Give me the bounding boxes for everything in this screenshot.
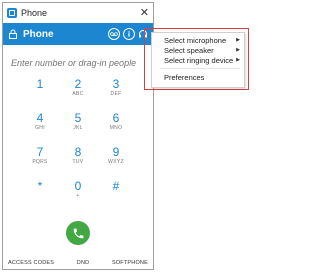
key-digit: 3 (112, 76, 120, 91)
key-digit: 7 (36, 144, 44, 159)
info-icon[interactable] (123, 28, 135, 40)
call-button[interactable] (66, 221, 90, 245)
menu-item-preferences[interactable]: Preferences (152, 72, 244, 82)
key-1[interactable]: 1 (26, 73, 54, 101)
key-2[interactable]: 2 ABC (64, 73, 92, 101)
key-hash[interactable]: # (102, 175, 130, 203)
key-letters: JKL (73, 124, 83, 131)
menu-item-label: Select speaker (164, 45, 214, 55)
window-title: Phone (21, 8, 48, 18)
keypad-row: 4 GHI 5 JKL 6 MNO (3, 107, 153, 135)
key-letters: GHI (35, 124, 45, 131)
phone-icon (73, 228, 83, 238)
header-title: Phone (23, 28, 54, 40)
keypad-row: * 0 + # (3, 175, 153, 203)
key-digit: 0 (74, 178, 82, 193)
key-digit: 1 (36, 76, 44, 91)
menu-item-select-ringing-device[interactable]: Select ringing device ▶ (152, 55, 244, 65)
lock-icon (9, 29, 17, 39)
dnd-toggle[interactable]: DND (77, 260, 90, 266)
key-digit: 4 (36, 110, 44, 125)
key-3[interactable]: 3 DEF (102, 73, 130, 101)
key-letters: TUV (72, 158, 84, 165)
app-icon (7, 8, 17, 18)
access-codes-link[interactable]: ACCESS CODES (8, 260, 54, 266)
softphone-link[interactable]: SOFTPHONE (112, 260, 148, 266)
key-9[interactable]: 9 WXYZ (102, 141, 130, 169)
key-letters: + (76, 192, 80, 199)
key-digit: 5 (74, 110, 82, 125)
key-digit: 9 (112, 144, 120, 159)
key-4[interactable]: 4 GHI (26, 107, 54, 135)
key-digit: 8 (74, 144, 82, 159)
title-bar: Phone ✕ (3, 3, 153, 23)
keypad-row: 1 2 ABC 3 DEF (3, 73, 153, 101)
key-letters: MNO (109, 124, 123, 131)
menu-separator (160, 68, 240, 69)
key-8[interactable]: 8 TUV (64, 141, 92, 169)
header-bar: Phone (3, 23, 153, 45)
key-7[interactable]: 7 PQRS (26, 141, 54, 169)
phone-window: Phone ✕ Phone 1 2ABC 3DEF 4GHI 5JKL 6MNO (2, 2, 161, 270)
submenu-arrow-icon: ▶ (236, 37, 240, 43)
menu-item-label: Select microphone (164, 35, 227, 45)
footer-bar: ACCESS CODES DND SOFTPHONE (3, 260, 153, 266)
close-icon[interactable]: ✕ (140, 7, 149, 19)
key-digit: 6 (112, 110, 120, 125)
menu-item-select-microphone[interactable]: Select microphone ▶ (152, 35, 244, 45)
keypad-row: 7 PQRS 8 TUV 9 WXYZ (3, 141, 153, 169)
key-digit: # (112, 178, 120, 193)
submenu-arrow-icon: ▶ (236, 57, 240, 63)
settings-menu: Select microphone ▶ Select speaker ▶ Sel… (151, 32, 245, 88)
key-digit: * (37, 178, 43, 193)
menu-item-label: Preferences (164, 72, 205, 82)
key-5[interactable]: 5 JKL (64, 107, 92, 135)
key-6[interactable]: 6 MNO (102, 107, 130, 135)
keypad: 1 2 ABC 3 DEF 4 GHI 5 JKL 6 MNO 7 PQRS 8 TUV 9W… (3, 73, 153, 209)
key-letters: ABC (72, 90, 84, 97)
key-digit: 2 (74, 76, 82, 91)
number-input[interactable] (11, 55, 161, 71)
key-letters: DEF (110, 90, 122, 97)
key-letters: PQRS (32, 158, 48, 165)
key-0[interactable]: 0 + (64, 175, 92, 203)
key-star[interactable]: * (26, 175, 54, 203)
menu-item-select-speaker[interactable]: Select speaker ▶ (152, 45, 244, 55)
key-letters: WXYZ (108, 158, 124, 165)
voicemail-icon[interactable] (108, 28, 120, 40)
menu-item-label: Select ringing device (164, 55, 234, 65)
submenu-arrow-icon: ▶ (236, 47, 240, 53)
